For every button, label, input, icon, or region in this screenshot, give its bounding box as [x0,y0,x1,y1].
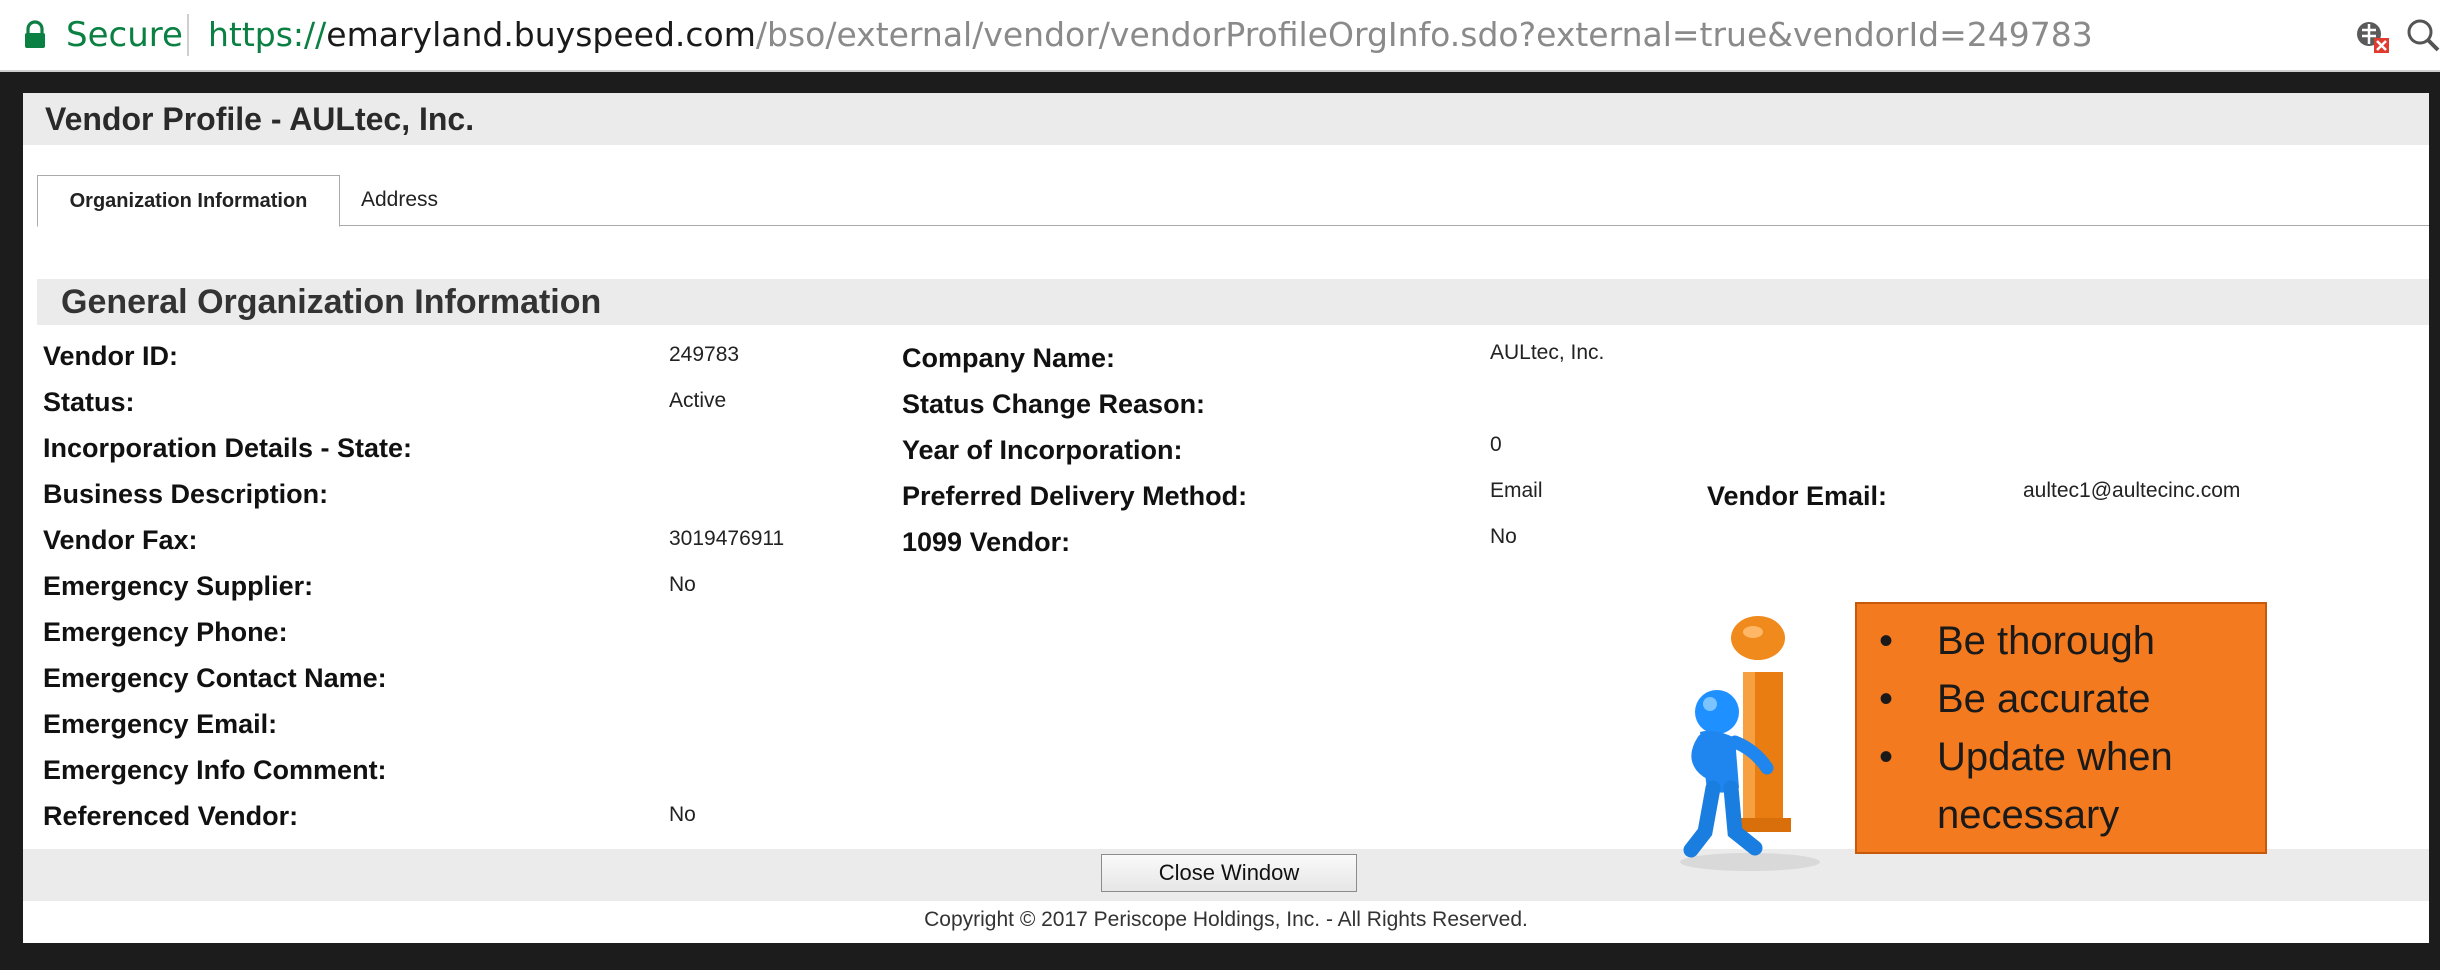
status-change-reason-label: Status Change Reason: [902,389,1206,419]
business-description-label: Business Description: [43,479,329,509]
status-value: Active [669,389,727,412]
callout-item-text: necessary [1937,793,2120,837]
tab-organization-information[interactable]: Organization Information [37,175,340,227]
callout-item: • Update when [1857,728,2265,786]
address-bar: Secure https://emaryland.buyspeed.com/bs… [0,0,2440,72]
vendor-id-label: Vendor ID: [43,341,179,371]
window-titlebar: Vendor Profile - AULtec, Inc. [23,93,2429,145]
preferred-delivery-method-label: Preferred Delivery Method: [902,481,1248,511]
bullet: • [1879,735,1894,779]
url-scheme: https:// [208,15,327,54]
info-person-icon [1680,616,1820,871]
tab-bar: Organization Information Address [37,175,2429,227]
emergency-info-comment-label: Emergency Info Comment: [43,755,387,785]
url-host: emaryland.buyspeed.com [326,15,756,54]
company-name-label: Company Name: [902,343,1116,373]
emergency-supplier-value: No [669,573,696,596]
section-title: General Organization Information [61,283,602,321]
url-path: /bso/external/vendor/vendorProfileOrgInf… [755,15,2093,54]
vendor-fax-value: 3019476911 [669,527,785,550]
vendor-email-value: aultec1@aultecinc.com [2023,479,2241,502]
page-title: Vendor Profile - AULtec, Inc. [45,101,475,137]
incorporation-state-label: Incorporation Details - State: [43,433,413,463]
vendor-1099-value: No [1490,525,1517,548]
callout-item-text: Be thorough [1937,619,2155,663]
emergency-contact-name-label: Emergency Contact Name: [43,663,387,693]
emergency-phone-label: Emergency Phone: [43,617,288,647]
copyright-text: Copyright © 2017 Periscope Holdings, Inc… [924,908,1528,931]
close-window-button[interactable]: Close Window [1101,854,1357,892]
section-header: General Organization Information [37,279,2429,325]
footer-bar: Close Window [23,849,2429,901]
vendor-fax-label: Vendor Fax: [43,525,198,555]
lock-icon [25,20,45,48]
tab-address[interactable]: Address [361,175,438,224]
status-label: Status: [43,387,135,417]
callout-item: • Be accurate [1857,670,2265,728]
zoom-icon[interactable] [2404,16,2440,56]
tips-callout: • Be thorough • Be accurate • Update when n… [1855,602,2267,854]
address-separator [187,14,189,56]
secure-label: Secure [66,15,183,55]
preferred-delivery-method-value: Email [1490,479,1543,502]
callout-item-text: Update when [1937,735,2173,779]
vendor-id-value: 249783 [669,343,740,366]
year-of-incorporation-label: Year of Incorporation: [902,435,1183,465]
callout-item: • Be thorough [1857,612,2265,670]
company-name-value: AULtec, Inc. [1490,341,1605,364]
callout-item: necessary [1857,786,2265,844]
referenced-vendor-value: No [669,803,696,826]
bullet: • [1879,677,1894,721]
callout-item-text: Be accurate [1937,677,2151,721]
vendor-email-label: Vendor Email: [1707,481,1888,511]
referenced-vendor-label: Referenced Vendor: [43,801,299,831]
emergency-email-label: Emergency Email: [43,709,278,739]
vendor-1099-label: 1099 Vendor: [902,527,1071,557]
bullet: • [1879,619,1894,663]
extension-blocked-icon[interactable] [2352,16,2392,56]
year-of-incorporation-value: 0 [1490,433,1502,456]
url-field[interactable]: https://emaryland.buyspeed.com/bso/exter… [208,14,2093,56]
emergency-supplier-label: Emergency Supplier: [43,571,314,601]
